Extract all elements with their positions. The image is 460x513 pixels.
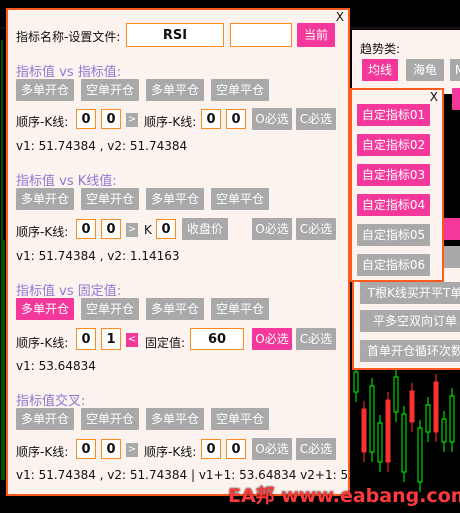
candle-body: [385, 399, 391, 463]
kbar-input-2[interactable]: 0: [226, 109, 246, 129]
back-button-k-bars[interactable]: T根K线买开平T单: [360, 282, 460, 304]
candle-body: [425, 404, 431, 433]
order-input[interactable]: 0: [76, 109, 96, 129]
long-close-button[interactable]: 多单平仓: [146, 298, 204, 320]
kbar-input[interactable]: 0: [101, 219, 121, 239]
section-title-ind-vs-kbar: 指标值 vs K线值:: [16, 174, 117, 189]
compare-operator[interactable]: >: [126, 443, 138, 457]
trend-side-peek-3[interactable]: [442, 246, 460, 268]
long-close-button[interactable]: 多单平仓: [146, 79, 204, 101]
long-open-button[interactable]: 多单开仓: [16, 408, 74, 430]
values-readout: v1: 51.74384 , v2: 51.74384: [16, 139, 188, 153]
section-title-ind-vs-fixed: 指标值 vs 固定值:: [16, 284, 122, 299]
candle-body: [417, 427, 423, 483]
long-open-button[interactable]: 多单开仓: [16, 298, 74, 320]
short-close-button[interactable]: 空单平仓: [211, 298, 269, 320]
compare-operator[interactable]: >: [126, 113, 138, 127]
compare-operator[interactable]: <: [126, 333, 138, 347]
candle-body: [433, 381, 439, 433]
c-required-button[interactable]: C必选: [296, 218, 336, 240]
custom-indicator-04[interactable]: 自定指标04: [357, 194, 430, 216]
short-open-button[interactable]: 空单开仓: [81, 188, 139, 210]
order-input-2[interactable]: 0: [201, 439, 221, 459]
current-button[interactable]: 当前: [297, 23, 335, 47]
candle-body: [369, 385, 375, 453]
indicator-name-label: 指标名称-设置文件:: [16, 30, 121, 44]
short-close-button[interactable]: 空单平仓: [211, 188, 269, 210]
candle-body: [353, 371, 359, 393]
custom-indicator-05[interactable]: 自定指标05: [357, 224, 430, 246]
fixed-value-input[interactable]: 60: [190, 328, 244, 350]
trend-button-more[interactable]: M: [450, 59, 460, 81]
c-required-button[interactable]: C必选: [296, 108, 336, 130]
candle-body: [449, 395, 455, 443]
custom-indicator-02[interactable]: 自定指标02: [357, 134, 430, 156]
values-readout: v1: 53.64834: [16, 359, 96, 373]
kbar-input[interactable]: 0: [101, 109, 121, 129]
watermark-text: EA邦 www.eabang.com: [228, 485, 460, 507]
section-title-ind-cross: 指标值交叉:: [16, 394, 86, 409]
back-button-close-both[interactable]: 平多空双向订单: [360, 310, 460, 332]
o-required-button[interactable]: O必选: [252, 218, 292, 240]
candle-body: [361, 408, 367, 453]
order-kbar-label: 顺序-K线:: [16, 336, 69, 350]
candle-body: [409, 390, 415, 423]
o-required-button[interactable]: O必选: [252, 108, 292, 130]
o-required-button[interactable]: O必选: [252, 328, 292, 350]
trend-button-turtle[interactable]: 海龟: [406, 59, 444, 81]
fixed-value-label: 固定值:: [145, 336, 186, 350]
back-button-loop-count[interactable]: 首单开仓循环次数: [360, 340, 460, 362]
long-open-button[interactable]: 多单开仓: [16, 188, 74, 210]
close-price-button[interactable]: 收盘价: [182, 218, 228, 240]
order-kbar-label-2: 顺序-K线:: [144, 445, 197, 459]
trend-label: 趋势类:: [360, 42, 401, 56]
long-open-button[interactable]: 多单开仓: [16, 79, 74, 101]
kbar-input-2[interactable]: 0: [226, 439, 246, 459]
order-kbar-label-2: 顺序-K线:: [144, 115, 197, 129]
candle-body: [377, 422, 383, 463]
trend-side-peek-1[interactable]: [452, 88, 460, 110]
indicator-name-input[interactable]: RSI: [126, 23, 224, 47]
long-close-button[interactable]: 多单平仓: [146, 188, 204, 210]
c-required-button[interactable]: C必选: [296, 328, 336, 350]
section-title-ind-vs-ind: 指标值 vs 指标值:: [16, 65, 122, 80]
candle-body: [441, 418, 447, 443]
trend-button-ma[interactable]: 均线: [362, 59, 398, 81]
short-open-button[interactable]: 空单开仓: [81, 79, 139, 101]
c-required-button[interactable]: C必选: [296, 438, 336, 460]
order-kbar-label: 顺序-K线:: [16, 225, 69, 239]
order-input[interactable]: 0: [76, 219, 96, 239]
long-close-button[interactable]: 多单平仓: [146, 408, 204, 430]
candle-body: [401, 413, 407, 473]
k-input[interactable]: 0: [156, 219, 176, 239]
short-open-button[interactable]: 空单开仓: [81, 298, 139, 320]
order-input[interactable]: 0: [76, 328, 96, 350]
kbar-input[interactable]: 1: [101, 328, 121, 350]
order-kbar-label: 顺序-K线:: [16, 445, 69, 459]
k-label: K: [144, 223, 152, 237]
order-input[interactable]: 0: [76, 439, 96, 459]
short-open-button[interactable]: 空单开仓: [81, 408, 139, 430]
close-icon[interactable]: X: [430, 91, 438, 103]
close-icon[interactable]: X: [336, 11, 344, 23]
settings-file-input[interactable]: [230, 23, 292, 47]
order-input-2[interactable]: 0: [201, 109, 221, 129]
order-kbar-label: 顺序-K线:: [16, 115, 69, 129]
custom-indicator-06[interactable]: 自定指标06: [357, 254, 430, 276]
compare-operator[interactable]: >: [126, 223, 138, 237]
o-required-button[interactable]: O必选: [252, 438, 292, 460]
short-close-button[interactable]: 空单平仓: [211, 408, 269, 430]
custom-indicator-03[interactable]: 自定指标03: [357, 164, 430, 186]
candle-body: [393, 376, 399, 413]
trend-side-peek-2[interactable]: [442, 218, 460, 240]
values-readout: v1: 51.74384 , v2: 1.14163: [16, 249, 180, 263]
kbar-input[interactable]: 0: [101, 439, 121, 459]
custom-indicator-01[interactable]: 自定指标01: [357, 104, 430, 126]
short-close-button[interactable]: 空单平仓: [211, 79, 269, 101]
values-readout: v1: 51.74384 , v2: 51.74384 | v1+1: 53.6…: [16, 468, 352, 482]
